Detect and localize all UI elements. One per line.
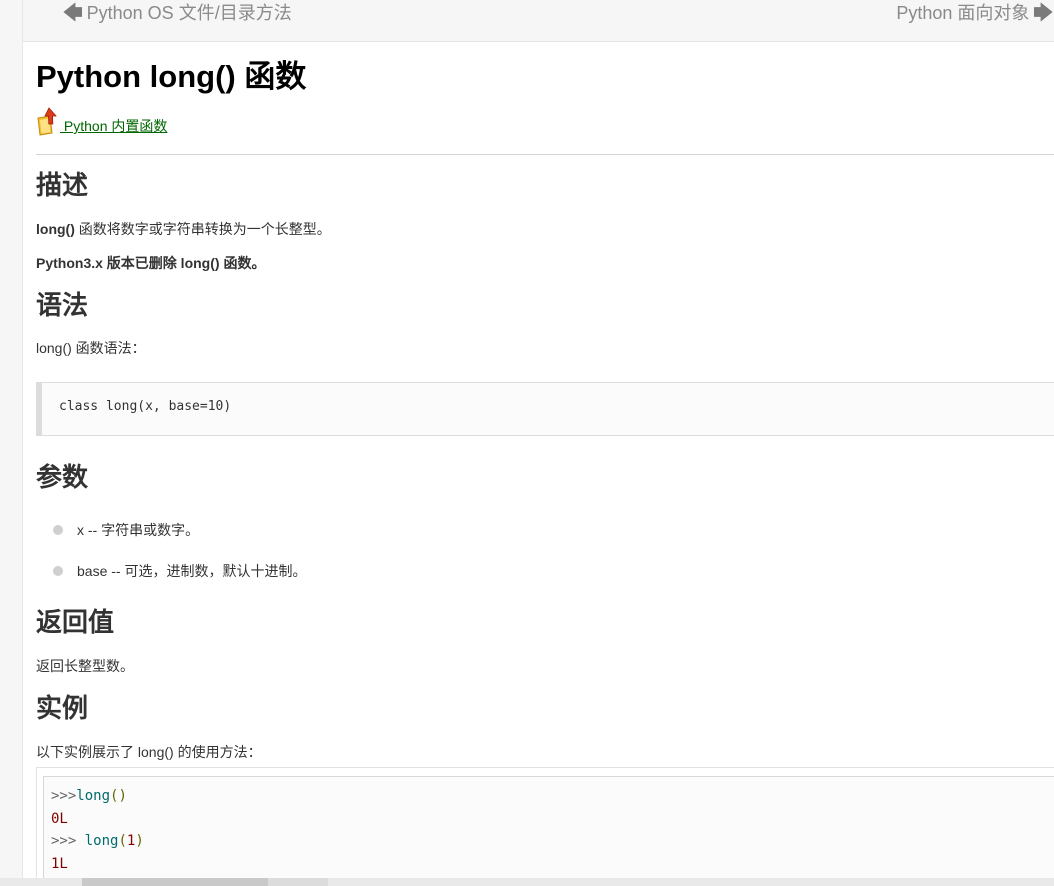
list-item: base -- 可选，进制数，默认十进制。 (36, 555, 306, 596)
code-line: >>> long(1) (51, 833, 144, 849)
builtin-functions-link[interactable]: Python 内置函数 (60, 118, 168, 134)
article-content: 🡄 Python OS 文件/目录方法 Python 面向对象 🡆 Python l… (22, 0, 1054, 878)
page: 🡄 Python OS 文件/目录方法 Python 面向对象 🡆 Python l… (0, 0, 1054, 886)
builtin-functions-link-row: Python 内置函数 (36, 106, 167, 138)
horizontal-scrollbar[interactable] (0, 878, 1054, 886)
divider (36, 154, 1054, 155)
example-intro: 以下实例展示了 long() 的使用方法： (36, 744, 262, 760)
syntax-code: class long(x, base=10) (59, 399, 232, 414)
params-list: x -- 字符串或数字。 base -- 可选，进制数，默认十进制。 (36, 514, 306, 596)
example-code-block: >>>long() 0L >>> long(1) 1L (36, 767, 1054, 878)
scrollbar-thumb-secondary[interactable] (268, 878, 328, 886)
prev-page-label: Python OS 文件/目录方法 (86, 3, 292, 23)
param-base: base -- 可选，进制数，默认十进制。 (77, 563, 307, 579)
return-text: 返回长整型数。 (36, 658, 134, 674)
describe-text: long() 函数将数字或字符串转换为一个长整型。 (36, 219, 331, 239)
scrollbar-thumb[interactable] (82, 878, 268, 886)
code-line: >>>long() (51, 788, 127, 804)
next-page-link[interactable]: Python 面向对象 🡆 (896, 1, 1053, 26)
syntax-code-block: class long(x, base=10) (36, 382, 1054, 436)
left-gutter (0, 0, 22, 886)
describe-body: 函数将数字或字符串转换为一个长整型。 (74, 221, 331, 237)
example-code-inner: >>>long() 0L >>> long(1) 1L (43, 776, 1054, 878)
up-arrow-folder-icon (37, 107, 57, 136)
function-name: long() (36, 221, 75, 237)
describe-heading: 描述 (36, 170, 89, 200)
page-title: Python long() 函数 (36, 59, 307, 94)
params-heading: 参数 (36, 462, 89, 492)
syntax-heading: 语法 (36, 290, 89, 320)
example-heading: 实例 (36, 693, 89, 723)
syntax-intro: long() 函数语法： (36, 340, 146, 356)
code-output: 1L (51, 855, 68, 872)
list-item: x -- 字符串或数字。 (36, 514, 306, 555)
code-output: 0L (51, 810, 68, 827)
return-heading: 返回值 (36, 607, 115, 637)
bullet-icon (53, 566, 63, 576)
next-page-label: Python 面向对象 (896, 3, 1030, 23)
python3-warning: Python3.x 版本已删除 long() 函数。 (36, 255, 266, 271)
prev-page-link[interactable]: 🡄 Python OS 文件/目录方法 (63, 1, 292, 26)
bullet-icon (53, 525, 63, 535)
example-code: >>>long() 0L >>> long(1) 1L (51, 785, 144, 875)
arrow-right-icon: 🡆 (1033, 3, 1053, 24)
param-x: x -- 字符串或数字。 (77, 522, 200, 538)
arrow-left-icon: 🡄 (63, 3, 83, 24)
prev-next-navigation: 🡄 Python OS 文件/目录方法 Python 面向对象 🡆 (23, 0, 1054, 42)
